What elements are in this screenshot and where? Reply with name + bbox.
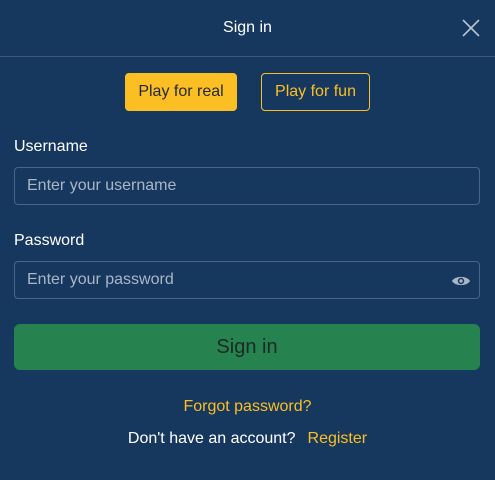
no-account-text: Don't have an account? — [127, 430, 296, 447]
register-row: Don't have an account? Register — [0, 430, 495, 448]
password-label: Password — [14, 232, 85, 249]
modal-title: Sign in — [223, 19, 272, 36]
show-password-toggle[interactable] — [451, 271, 471, 291]
play-for-fun-button[interactable]: Play for fun — [261, 73, 370, 111]
modal-header: Sign in — [0, 0, 495, 57]
username-field-wrapper — [14, 167, 480, 205]
play-for-real-button[interactable]: Play for real — [125, 73, 237, 111]
username-label: Username — [14, 138, 88, 155]
close-icon — [462, 19, 480, 37]
forgot-password-link[interactable]: Forgot password? — [0, 398, 495, 416]
register-link[interactable]: Register — [308, 430, 368, 448]
username-input[interactable] — [15, 168, 479, 204]
password-field-wrapper — [14, 261, 480, 299]
close-button[interactable] — [459, 16, 483, 40]
play-mode-toggle: Play for real Play for fun — [0, 73, 495, 111]
eye-icon — [452, 276, 470, 286]
sign-in-button[interactable]: Sign in — [14, 324, 480, 370]
password-input[interactable] — [15, 262, 479, 298]
